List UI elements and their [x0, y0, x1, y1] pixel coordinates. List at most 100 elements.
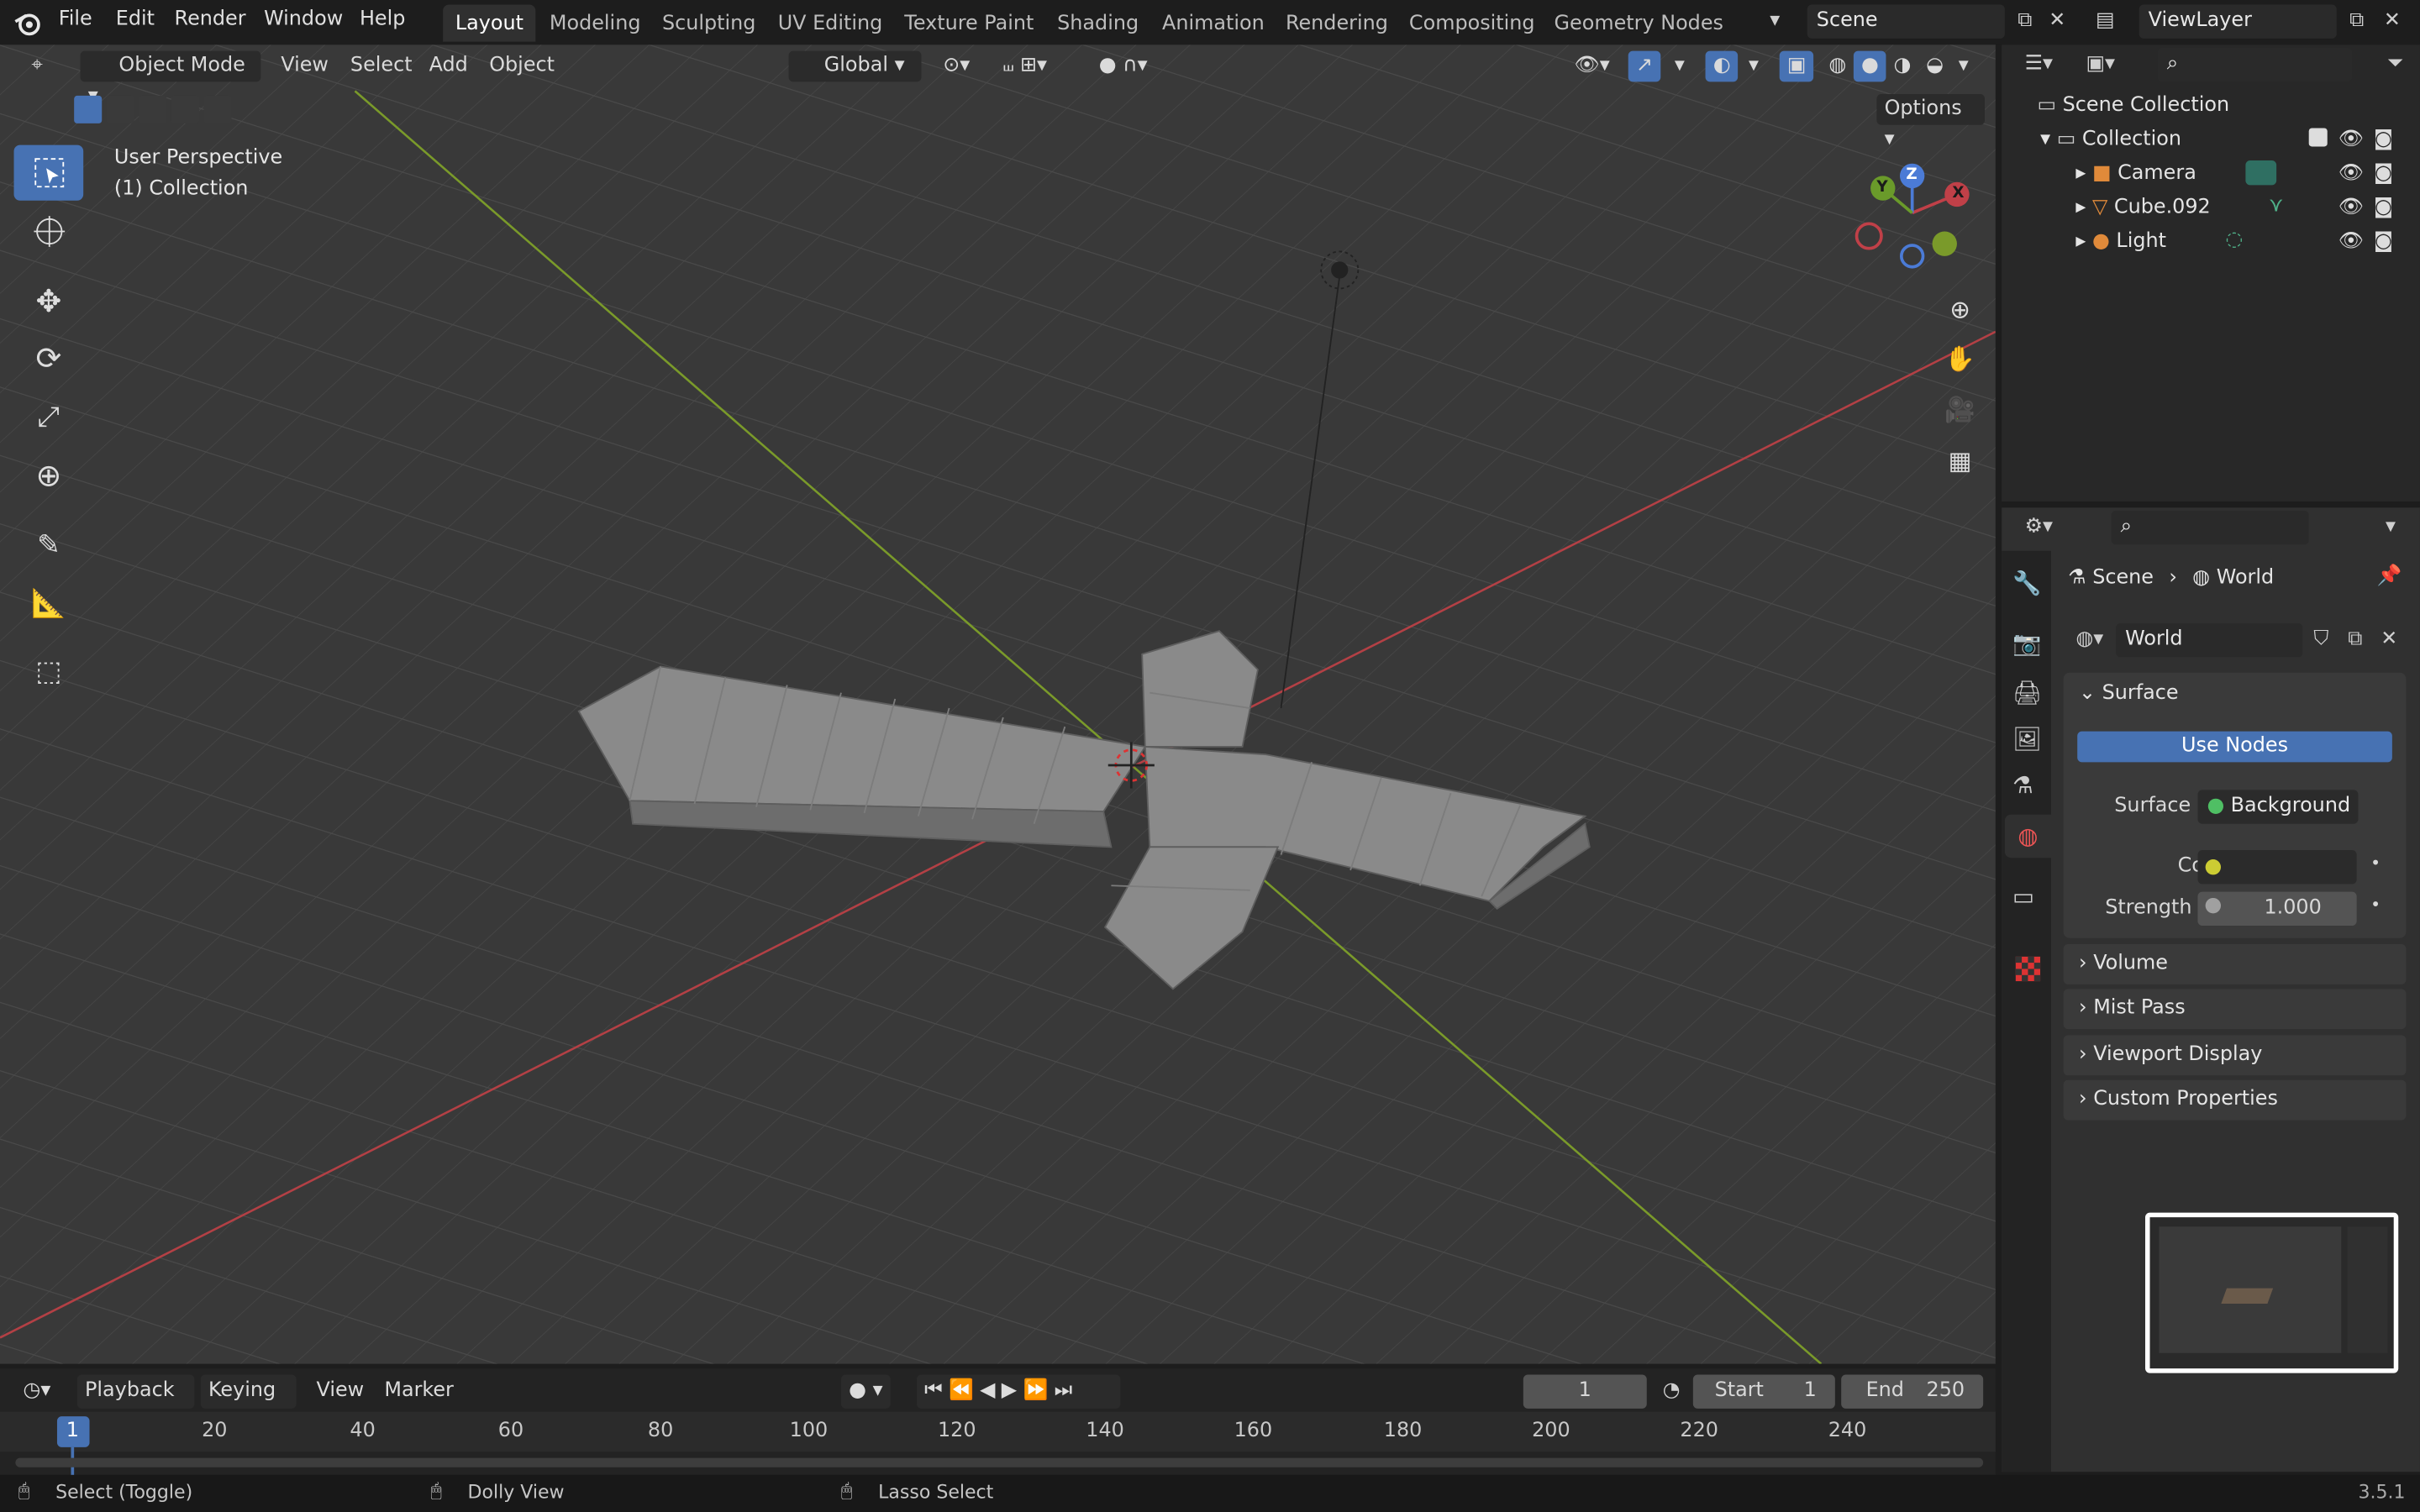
transform-tool[interactable]: ⊕ — [14, 448, 84, 503]
select-box-tool[interactable] — [13, 144, 84, 201]
new-scene-icon[interactable]: ⧉ — [2008, 5, 2042, 39]
keyframe-dot-icon[interactable]: • — [2370, 853, 2381, 874]
select-invert-icon[interactable] — [171, 95, 199, 123]
camera-data-icon[interactable] — [2245, 160, 2277, 186]
shading-dropdown-icon[interactable]: ▾ — [1951, 51, 1976, 82]
delete-view-layer-icon[interactable]: ✕ — [2375, 5, 2409, 39]
output-tab-icon[interactable]: 🖨 — [2012, 679, 2042, 706]
pan-hand-icon[interactable]: ✋ — [1939, 336, 1981, 379]
rendered-shading-icon[interactable]: ◒ — [1918, 51, 1951, 82]
render-camera-icon[interactable]: ◙ — [2374, 123, 2393, 157]
menu-edit[interactable]: Edit — [116, 8, 155, 31]
world-name-field[interactable]: World — [2116, 623, 2303, 658]
scene-selector-icon[interactable]: ▾ — [1758, 5, 1791, 39]
render-camera-icon[interactable]: ◙ — [2374, 192, 2393, 225]
viewport-menu-view[interactable]: View — [273, 51, 336, 82]
wireframe-shading-icon[interactable]: ◍ — [1821, 51, 1854, 82]
overlays-icon[interactable]: ◐ — [1705, 50, 1739, 82]
material-shading-icon[interactable]: ◑ — [1886, 51, 1918, 82]
current-frame-field[interactable]: 1 — [1523, 1374, 1647, 1409]
mode-dropdown[interactable]: Object Mode ▾ — [80, 50, 261, 108]
pin-icon[interactable]: 📌 — [2377, 564, 2402, 588]
scene-tab-icon[interactable]: ⚗ — [2012, 771, 2033, 799]
strength-field[interactable]: 1.000 — [2197, 891, 2357, 927]
world-browse-icon[interactable]: ◍▾ — [2068, 623, 2111, 657]
options-dropdown[interactable]: Options ▾ — [1876, 94, 1985, 151]
render-tab-icon[interactable]: 📷 — [2012, 629, 2041, 657]
scene-field[interactable]: Scene — [1807, 4, 2005, 39]
collection-checkbox[interactable] — [2308, 128, 2328, 147]
blender-logo-icon[interactable] — [14, 9, 42, 37]
select-subtract-icon[interactable] — [139, 95, 167, 123]
solid-shading-icon[interactable]: ● — [1853, 50, 1887, 82]
custom-properties-panel-header[interactable]: › Custom Properties — [2063, 1079, 2407, 1121]
light-data-icon[interactable]: ◌ — [2226, 228, 2244, 252]
texture-tab-icon[interactable] — [2015, 956, 2041, 982]
use-nodes-button[interactable]: Use Nodes — [2077, 731, 2392, 763]
filter-icon[interactable]: ⏷ — [2378, 48, 2412, 81]
viewport-menu-select[interactable]: Select — [343, 51, 420, 82]
world-tab-icon[interactable]: ◍ — [2004, 814, 2051, 858]
timeline-menu-marker[interactable]: Marker — [376, 1374, 461, 1408]
tool-tab-icon[interactable]: 🔧 — [2012, 570, 2041, 597]
playback-controls[interactable]: ⏮⏪◀▶⏩⏭ — [916, 1374, 1121, 1409]
surface-panel-header[interactable]: ⌄ Surface — [2079, 677, 2179, 711]
scale-tool[interactable]: ⤢ — [14, 389, 84, 444]
properties-search-input[interactable]: ⌕ — [2111, 510, 2309, 545]
timeline-menu-view[interactable]: View — [308, 1374, 371, 1408]
outliner-editor-type-icon[interactable]: ☰▾ — [2022, 48, 2055, 81]
3d-viewport[interactable] — [0, 45, 1996, 1364]
tab-compositing[interactable]: Compositing — [1397, 5, 1547, 42]
move-tool[interactable]: ✥ — [14, 273, 84, 328]
start-frame-field[interactable]: Start 1 — [1692, 1374, 1835, 1409]
gizmo-toggle-icon[interactable]: ↗ — [1628, 50, 1661, 82]
keying-dropdown[interactable]: Keying ▾ — [200, 1374, 297, 1436]
new-view-layer-icon[interactable]: ⧉ — [2339, 5, 2373, 39]
keyframe-dot-icon[interactable]: • — [2370, 895, 2381, 915]
rotate-tool[interactable]: ⟳ — [14, 330, 84, 386]
editor-type-icon[interactable]: ⌖ — [20, 50, 54, 83]
screenshot-thumbnail[interactable] — [2145, 1212, 2399, 1373]
tab-sculpting[interactable]: Sculpting — [650, 5, 768, 42]
duplicate-world-icon[interactable]: ⧉ — [2338, 623, 2372, 657]
viewport-menu-add[interactable]: Add — [421, 51, 476, 82]
tab-rendering[interactable]: Rendering — [1273, 5, 1400, 42]
add-cube-tool[interactable]: ⬚ — [14, 643, 84, 699]
eye-icon[interactable]: 👁 — [2338, 157, 2364, 191]
display-mode-icon[interactable]: ▣▾ — [2084, 48, 2118, 81]
surface-shader-field[interactable]: ● Background — [2197, 790, 2359, 824]
proportional-edit-icon[interactable]: ● ∩▾ — [1092, 51, 1155, 82]
preview-range-icon[interactable]: ◔ — [1655, 1374, 1688, 1408]
eye-icon[interactable]: 👁 — [2338, 225, 2364, 259]
pivot-icon[interactable]: ⊙▾ — [935, 51, 977, 82]
tab-layout[interactable]: Layout — [443, 4, 536, 42]
expand-arrow-icon[interactable]: ▸ — [2075, 162, 2092, 186]
auto-keying-icon[interactable]: ● ▾ — [841, 1374, 891, 1409]
menu-render[interactable]: Render — [175, 8, 246, 31]
volume-panel-header[interactable]: › Volume — [2063, 944, 2407, 984]
eye-icon[interactable]: 👁 — [2338, 192, 2364, 225]
color-field[interactable] — [2197, 850, 2357, 885]
select-new-icon[interactable] — [74, 95, 103, 123]
menu-window[interactable]: Window — [264, 8, 343, 31]
view-layer-field[interactable]: ViewLayer — [2139, 4, 2337, 39]
properties-editor-type-icon[interactable]: ⚙▾ — [2022, 511, 2055, 544]
eye-icon[interactable]: 👁 — [2338, 123, 2364, 157]
mist-pass-panel-header[interactable]: › Mist Pass — [2063, 989, 2407, 1030]
tab-modeling[interactable]: Modeling — [537, 5, 653, 42]
playback-dropdown[interactable]: Playback ▾ — [76, 1374, 195, 1436]
view-layer-icon[interactable]: ▤ — [2088, 5, 2122, 39]
viewport-display-panel-header[interactable]: › Viewport Display — [2063, 1035, 2407, 1076]
viewport-menu-object[interactable]: Object — [481, 51, 562, 82]
properties-options-icon[interactable]: ▾ — [2374, 511, 2407, 544]
timeline-editor-type-icon[interactable]: ◷▾ — [15, 1374, 58, 1408]
fake-user-icon[interactable]: ⛉ — [2304, 623, 2338, 657]
tab-shading[interactable]: Shading — [1044, 5, 1150, 42]
menu-file[interactable]: File — [59, 8, 92, 31]
tab-uv-editing[interactable]: UV Editing — [765, 5, 895, 42]
orientation-dropdown[interactable]: Global ▾ — [788, 50, 922, 82]
ortho-toggle-icon[interactable]: ▦ — [1939, 438, 1981, 481]
expand-arrow-icon[interactable]: ▸ — [2075, 196, 2092, 219]
camera-view-icon[interactable]: 🎥 — [1939, 387, 1981, 430]
delete-scene-icon[interactable]: ✕ — [2040, 5, 2074, 39]
